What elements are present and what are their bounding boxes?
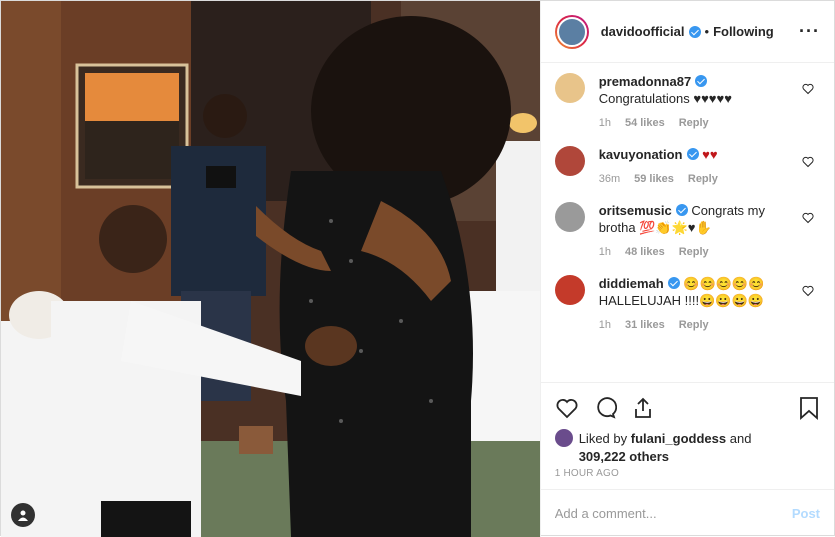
comment-bubble-icon[interactable]	[593, 396, 617, 420]
commenter-username[interactable]: oritsemusic	[599, 203, 672, 218]
reply-button[interactable]: Reply	[679, 317, 709, 334]
comment-likes[interactable]: 59 likes	[634, 171, 674, 188]
photo-illustration	[1, 1, 540, 537]
like-comment-heart-icon[interactable]	[802, 285, 814, 297]
comment-time[interactable]: 1h	[599, 115, 611, 132]
comment-item: kavuyonation ♥♥ 36m 59 likes Reply	[554, 146, 820, 188]
author-username[interactable]: davidoofficial	[601, 24, 685, 39]
user-tag-icon[interactable]	[11, 503, 35, 527]
comment-text: ♥♥	[702, 147, 718, 162]
like-comment-heart-icon[interactable]	[802, 212, 814, 224]
comment-likes[interactable]: 54 likes	[625, 115, 665, 132]
verified-badge-icon	[686, 148, 699, 160]
reply-button[interactable]: Reply	[679, 244, 709, 261]
post-photo[interactable]	[1, 1, 540, 537]
commenter-username[interactable]: premadonna87	[599, 74, 691, 89]
comment-input[interactable]	[554, 506, 792, 521]
likes-summary: Liked by fulani_goddess and	[554, 429, 820, 447]
liked-by-and: and	[729, 430, 752, 446]
commenter-avatar[interactable]	[554, 146, 585, 176]
verified-badge-icon	[688, 25, 701, 38]
like-heart-icon[interactable]	[555, 396, 579, 420]
verified-badge-icon	[675, 204, 688, 216]
reply-button[interactable]: Reply	[688, 171, 718, 188]
verified-badge-icon	[667, 277, 680, 289]
following-button[interactable]: Following	[713, 24, 774, 39]
instagram-post: davidoofficial • Following ··· premadonn…	[0, 0, 835, 537]
comment-item: premadonna87 Congratulations ♥♥♥♥♥ 1h 54…	[554, 73, 820, 132]
post-header: davidoofficial • Following ···	[540, 1, 834, 63]
liker-username[interactable]: fulani_goddess	[631, 431, 726, 446]
commenter-username[interactable]: diddiemah	[599, 276, 664, 291]
add-comment-bar: Post	[540, 489, 834, 537]
like-comment-heart-icon[interactable]	[802, 83, 814, 95]
verified-badge-icon	[695, 75, 708, 87]
comment-likes[interactable]: 48 likes	[625, 244, 665, 261]
comment-time[interactable]: 36m	[599, 171, 620, 188]
comment-likes[interactable]: 31 likes	[625, 317, 665, 334]
comment-time[interactable]: 1h	[599, 244, 611, 261]
header-separator: •	[704, 24, 710, 39]
comment-time[interactable]: 1h	[599, 317, 611, 334]
post-timestamp[interactable]: 1 HOUR AGO	[555, 468, 820, 479]
post-sidebar: davidoofficial • Following ··· premadonn…	[539, 1, 834, 537]
more-options-icon[interactable]: ···	[799, 21, 820, 42]
like-comment-heart-icon[interactable]	[802, 156, 814, 168]
post-actions: Liked by fulani_goddess and 309,222 othe…	[540, 382, 834, 479]
comment-item: diddiemah 😊😊😊😊😊 HALLELUJAH !!!!😀😀😀😀 1h 3…	[554, 275, 820, 334]
commenter-username[interactable]: kavuyonation	[599, 147, 683, 162]
likes-count[interactable]: 309,222 others	[555, 449, 820, 464]
reply-button[interactable]: Reply	[679, 115, 709, 132]
comment-text: Congratulations ♥♥♥♥♥	[598, 91, 732, 106]
bookmark-icon[interactable]	[798, 396, 820, 420]
liked-by-prefix: Liked by	[578, 430, 628, 446]
comments-list: premadonna87 Congratulations ♥♥♥♥♥ 1h 54…	[541, 63, 834, 382]
post-comment-button[interactable]: Post	[792, 506, 820, 521]
liker-avatar[interactable]	[554, 429, 573, 447]
author-avatar[interactable]	[554, 14, 589, 49]
comment-item: oritsemusic Congrats my brotha 💯👏🌟♥✋ 1h …	[554, 202, 820, 261]
share-icon[interactable]	[631, 396, 655, 420]
commenter-avatar[interactable]	[554, 275, 585, 305]
commenter-avatar[interactable]	[554, 73, 585, 103]
commenter-avatar[interactable]	[554, 202, 585, 232]
